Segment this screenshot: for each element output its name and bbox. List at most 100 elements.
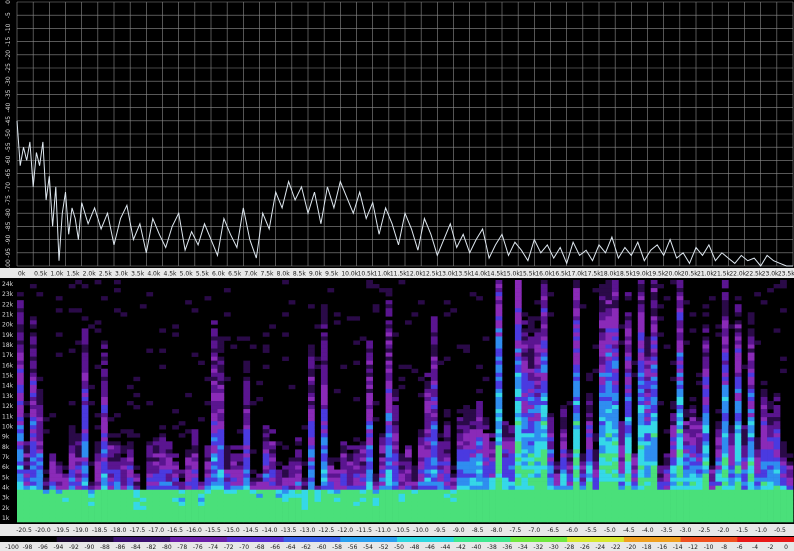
spectrogram-cell <box>767 453 774 458</box>
spectrogram-cell <box>508 453 516 458</box>
spectrogram-cell <box>534 417 542 422</box>
spectrogram-cell <box>754 481 761 486</box>
spectrogram-cell <box>540 445 548 450</box>
spectrogram-cell <box>327 489 335 495</box>
spectrogram-cell <box>747 513 755 519</box>
spectrum-x-tick-label: 9.5k <box>325 271 339 278</box>
spectrogram-cell <box>650 513 658 519</box>
spectrogram-cell <box>715 453 723 458</box>
spectrogram-cell <box>243 429 251 434</box>
spectrogram-cell <box>81 449 89 454</box>
spectrogram-cell <box>514 489 522 495</box>
spectrogram-cell <box>521 473 529 478</box>
spectrogram-cell <box>715 457 723 462</box>
spectrogram-cell <box>340 481 348 486</box>
spectrogram-cell <box>579 465 587 470</box>
spectrogram-cell <box>320 489 328 495</box>
spectrogram-cell <box>605 433 613 438</box>
spectrogram-cell <box>469 497 477 503</box>
spectrogram-cell <box>747 437 755 442</box>
spectrogram-cell <box>101 344 108 349</box>
spectrogram-y-tick-label: 19k <box>2 332 14 339</box>
spectrogram-cell <box>760 380 768 386</box>
spectrogram-cell <box>747 457 755 462</box>
spectrogram-cell <box>424 437 432 442</box>
spectrogram-cell <box>676 433 684 438</box>
spectrogram-cell <box>495 304 503 309</box>
spectrogram-cell <box>495 328 503 333</box>
spectrogram-cell <box>741 513 749 519</box>
spectrogram-cell <box>650 304 658 309</box>
spectrogram-cell <box>573 453 580 458</box>
spectrogram-cell <box>676 352 684 357</box>
spectrogram-cell <box>650 352 658 357</box>
spectrogram-cell <box>62 513 70 519</box>
spectrogram-cell <box>430 445 438 450</box>
spectrogram-cell <box>747 501 755 507</box>
spectrogram-cell <box>495 396 503 402</box>
spectrogram-cell <box>734 409 742 414</box>
spectrogram-cell <box>599 501 606 507</box>
spectrogram-cell <box>773 469 781 474</box>
spectrogram-cell <box>101 405 108 410</box>
spectrogram-cell <box>262 445 270 450</box>
spectrogram-cell <box>605 445 613 450</box>
spectrogram-cell <box>126 465 134 470</box>
spectrogram-cell <box>269 429 276 434</box>
spectrogram-cell <box>172 513 179 519</box>
spectrogram-time-tick-label: -5.0 <box>604 527 616 534</box>
spectrogram-cell <box>689 477 697 482</box>
spectrogram-cell <box>178 513 186 519</box>
spectrogram-cell <box>101 388 108 394</box>
spectrogram-cell <box>721 352 729 357</box>
spectrogram-cell <box>262 437 270 442</box>
spectrogram-cell <box>734 505 742 511</box>
spectrogram-cell <box>62 473 70 478</box>
spectrogram-cell <box>540 409 548 414</box>
spectrogram-cell <box>644 497 652 503</box>
spectrogram-cell <box>424 425 432 430</box>
spectrogram-cell <box>605 388 613 394</box>
spectrogram-cell <box>573 312 580 317</box>
spectrogram-cell <box>618 457 626 462</box>
spectrogram-cell <box>514 473 522 478</box>
spectrogram-cell <box>223 481 231 486</box>
spectrogram-cell <box>456 344 464 349</box>
spectrogram-cell <box>211 328 218 333</box>
spectrogram-cell <box>644 421 652 426</box>
spectrogram-cell <box>340 505 348 511</box>
spectrogram-cell <box>644 437 652 442</box>
spectrogram-cell <box>223 376 231 382</box>
spectrogram-cell <box>450 509 458 515</box>
spectrogram-cell <box>23 401 31 406</box>
spectrogram-cell <box>101 401 108 406</box>
spectrogram-cell <box>308 449 315 454</box>
spectrogram-cell <box>443 409 451 414</box>
spectrogram-cell <box>223 485 231 491</box>
spectrogram-cell <box>683 497 690 503</box>
spectrogram-cell <box>353 449 361 454</box>
spectrogram-cell <box>624 413 632 418</box>
spectrogram-cell <box>320 437 328 442</box>
spectrogram-cell <box>333 513 341 519</box>
spectrogram-cell <box>405 493 412 499</box>
spectrogram-cell <box>676 445 684 450</box>
spectrogram-cell <box>211 364 218 370</box>
spectrogram-cell <box>392 461 399 466</box>
colorbar-segment <box>453 537 511 542</box>
spectrogram-time-tick-label: -7.0 <box>528 527 540 534</box>
spectrogram-cell <box>521 405 529 410</box>
spectrogram-cell <box>611 296 619 301</box>
spectrogram-cell <box>411 517 419 523</box>
spectrogram-cell <box>437 477 445 482</box>
spectrogram-cell <box>637 505 645 511</box>
spectrogram-cell <box>262 485 270 491</box>
spectrogram-cell <box>443 477 451 482</box>
spectrogram-cell <box>624 445 632 450</box>
spectrogram-cell <box>262 497 270 503</box>
spectrogram-cell <box>282 473 289 478</box>
spectrogram-cell <box>75 493 82 499</box>
spectrogram-cell <box>17 469 24 474</box>
spectrogram-cell <box>275 513 283 519</box>
spectrogram-cell <box>320 384 328 390</box>
